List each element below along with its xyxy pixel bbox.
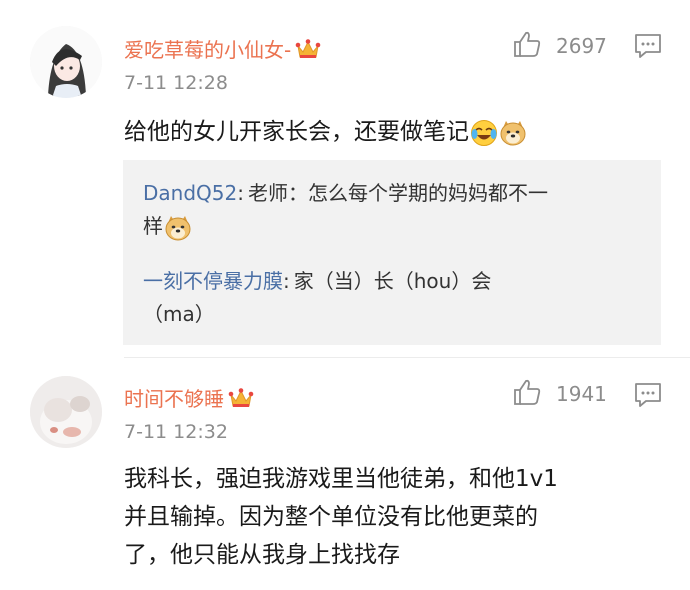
comment-line: 了，他只能从我身上找找存 bbox=[124, 542, 400, 568]
laugh-cry-emoji-icon bbox=[470, 119, 498, 147]
comment-line: 我科长，强迫我游戏里当他徒弟，和他1v1 bbox=[124, 466, 558, 492]
like-button[interactable]: 1941 bbox=[512, 378, 607, 410]
like-button[interactable]: 2697 bbox=[512, 30, 607, 62]
comment-line: 并且输掉。因为整个单位没有比他更菜的 bbox=[124, 504, 538, 530]
reply-separator: : bbox=[237, 181, 244, 205]
username[interactable]: 时间不够睡 bbox=[124, 383, 254, 414]
like-count: 2697 bbox=[556, 34, 607, 58]
comment-icon[interactable] bbox=[634, 382, 662, 412]
username-text[interactable]: 爱吃草莓的小仙女- bbox=[124, 38, 291, 62]
timestamp: 7-11 12:32 bbox=[124, 421, 228, 443]
reply-text: 家（当）长（hou）会 bbox=[293, 269, 492, 293]
crown-icon bbox=[295, 38, 321, 65]
username[interactable]: 爱吃草莓的小仙女- bbox=[124, 34, 321, 65]
timestamp: 7-11 12:28 bbox=[124, 72, 228, 94]
username-text[interactable]: 时间不够睡 bbox=[124, 387, 224, 411]
reply-text-continued: （ma） bbox=[143, 302, 215, 326]
comment-icon[interactable] bbox=[634, 33, 662, 63]
thumbs-up-icon[interactable] bbox=[512, 30, 542, 62]
reply-box[interactable]: DandQ52: 老师：怎么每个学期的妈妈都不一 样 一刻不停暴力膜: 家（当）长（… bbox=[123, 160, 661, 345]
reply-separator: : bbox=[283, 269, 290, 293]
reply-text: 老师：怎么每个学期的妈妈都不一 bbox=[247, 181, 548, 205]
doge-emoji-icon bbox=[499, 119, 527, 147]
comment-body: 给他的女儿开家长会，还要做笔记 bbox=[124, 119, 469, 145]
reply-item[interactable]: 一刻不停暴力膜: 家（当）长（hou）会 （ma） bbox=[143, 265, 643, 331]
like-count: 1941 bbox=[556, 382, 607, 406]
comment-text: 我科长，强迫我游戏里当他徒弟，和他1v1 并且输掉。因为整个单位没有比他更菜的 … bbox=[124, 460, 558, 574]
reply-text-continued: 样 bbox=[143, 214, 163, 238]
crown-icon bbox=[228, 387, 254, 414]
comment-divider bbox=[124, 357, 690, 358]
thumbs-up-icon[interactable] bbox=[512, 378, 542, 410]
reply-username[interactable]: DandQ52 bbox=[143, 181, 237, 205]
reply-item[interactable]: DandQ52: 老师：怎么每个学期的妈妈都不一 样 bbox=[143, 177, 643, 243]
avatar[interactable] bbox=[30, 376, 102, 448]
doge-emoji-icon bbox=[164, 214, 192, 242]
avatar[interactable] bbox=[30, 26, 102, 98]
comment-text: 给他的女儿开家长会，还要做笔记 bbox=[124, 113, 527, 151]
reply-username[interactable]: 一刻不停暴力膜 bbox=[143, 269, 283, 293]
